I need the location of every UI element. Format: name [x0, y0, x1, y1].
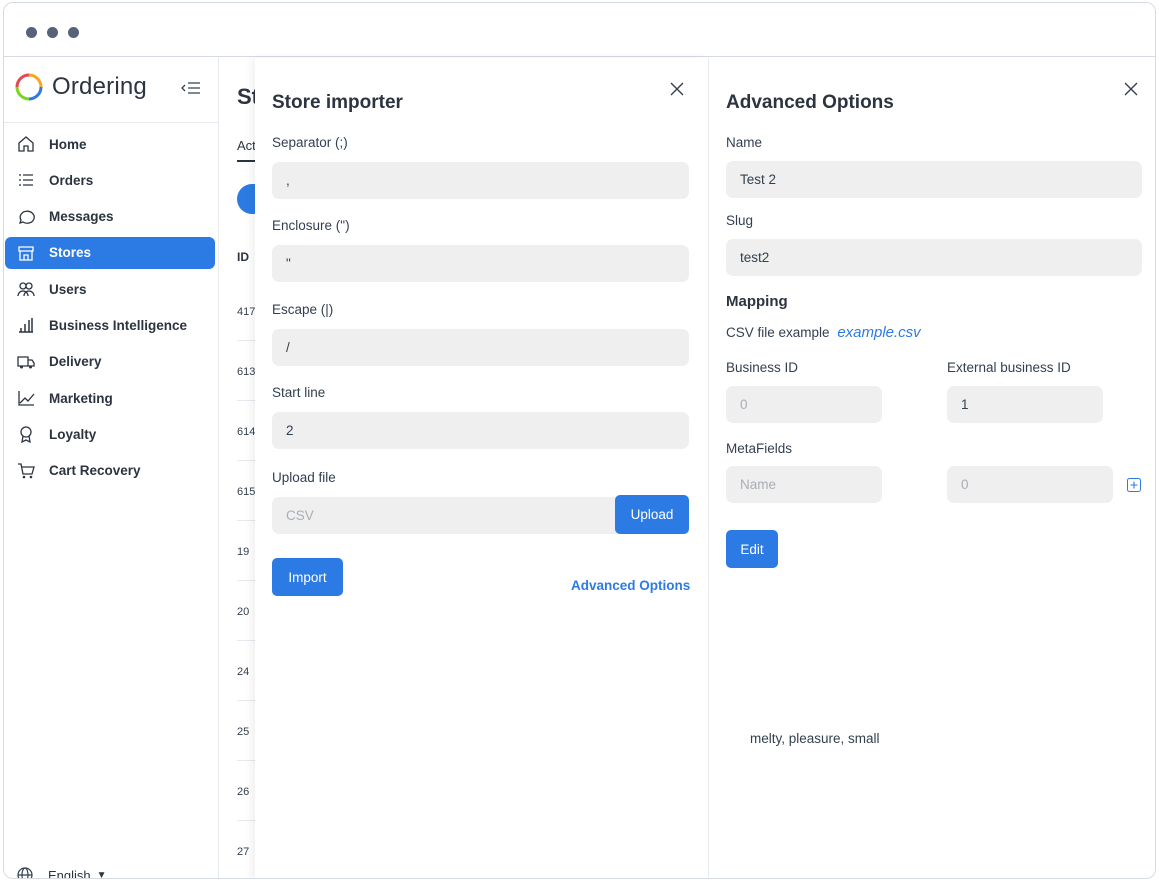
upload-file-label: Upload file: [272, 470, 336, 485]
table-row[interactable]: 26: [237, 786, 249, 798]
metafield-value-input[interactable]: 0: [947, 466, 1113, 503]
upload-button[interactable]: Upload: [615, 495, 689, 534]
separator-label: Separator (;): [272, 135, 348, 150]
sidebar-item-business-intelligence[interactable]: Business Intelligence: [5, 309, 215, 341]
enclosure-input[interactable]: ": [272, 245, 689, 282]
slug-label: Slug: [726, 213, 754, 228]
table-row[interactable]: 25: [237, 726, 249, 738]
truck-icon: [16, 352, 36, 372]
business-id-input[interactable]: 0: [726, 386, 882, 423]
sidebar-item-messages[interactable]: Messages: [5, 201, 215, 233]
advanced-options-link[interactable]: Advanced Options: [571, 578, 690, 593]
advanced-options-panel: Advanced Options Name Test 2 Slug test2 …: [709, 58, 1155, 878]
language-label: English: [48, 867, 91, 879]
name-label: Name: [726, 135, 763, 150]
close-icon[interactable]: [1122, 80, 1140, 98]
users-icon: [16, 279, 36, 299]
sidebar-item-label: Users: [49, 281, 87, 297]
home-icon: [16, 134, 36, 154]
table-row[interactable]: 614: [237, 426, 255, 438]
table-row[interactable]: 615: [237, 486, 255, 498]
collapse-menu-icon[interactable]: [180, 78, 202, 98]
store-icon: [16, 243, 36, 263]
csv-example-text: CSV file example: [726, 325, 830, 340]
table-row[interactable]: 613: [237, 366, 255, 378]
table-header-id: ID: [237, 250, 249, 264]
csv-example-link[interactable]: example.csv: [837, 324, 920, 341]
cart-icon: [16, 461, 36, 481]
advanced-title: Advanced Options: [726, 92, 894, 113]
list-icon: [16, 170, 36, 190]
enclosure-label: Enclosure ("): [272, 218, 350, 233]
globe-icon: [17, 867, 33, 878]
tab-active[interactable]: Act: [237, 138, 256, 153]
window-dot-icon[interactable]: [26, 27, 37, 38]
caret-down-icon: ▼: [96, 869, 107, 879]
business-id-label: Business ID: [726, 360, 799, 375]
window-dot-icon[interactable]: [68, 27, 79, 38]
app-window: Ordering Home Orders Messages Stores Use…: [3, 2, 1156, 879]
store-importer-panel: Store importer Separator (;) , Enclosure…: [255, 58, 709, 878]
ordering-logo-icon: [15, 73, 43, 101]
sidebar-item-stores[interactable]: Stores: [5, 236, 215, 269]
slug-input[interactable]: test2: [726, 239, 1142, 276]
sidebar-item-label: Cart Recovery: [49, 463, 141, 479]
table-row[interactable]: 19: [237, 546, 249, 558]
title-bar: [4, 3, 1155, 57]
sidebar-item-delivery[interactable]: Delivery: [5, 346, 215, 378]
sidebar-item-users[interactable]: Users: [5, 273, 215, 305]
sidebar-item-label: Marketing: [49, 390, 113, 406]
sidebar-item-label: Home: [49, 136, 87, 152]
sidebar-item-label: Business Intelligence: [49, 317, 188, 333]
metafields-label: MetaFields: [726, 441, 793, 456]
import-button[interactable]: Import: [272, 558, 343, 596]
sidebar-menu: Home Orders Messages Stores Users Busine…: [5, 128, 215, 491]
table-row[interactable]: 20: [237, 606, 249, 618]
close-icon[interactable]: [668, 80, 686, 98]
table-row[interactable]: 417: [237, 306, 255, 318]
footer-tags-text: melty, pleasure, small: [750, 731, 880, 746]
sidebar-item-label: Orders: [49, 172, 94, 188]
sidebar-item-home[interactable]: Home: [5, 128, 215, 160]
external-business-id-input[interactable]: 1: [947, 386, 1103, 423]
table-row[interactable]: 27: [237, 846, 249, 858]
add-metafield-icon[interactable]: [1127, 478, 1141, 492]
graph-icon: [16, 388, 36, 408]
edit-button[interactable]: Edit: [726, 530, 778, 568]
metafield-name-input[interactable]: Name: [726, 466, 882, 503]
external-business-id-label: External business ID: [947, 360, 1071, 375]
escape-label: Escape (|): [272, 302, 334, 317]
stores-page-background: St Act ID 417 613 614 615 19 20 24 25 26…: [220, 58, 260, 878]
sidebar-item-label: Delivery: [49, 354, 102, 370]
sidebar-item-label: Messages: [49, 209, 114, 225]
award-icon: [16, 424, 36, 444]
start-line-input[interactable]: 2: [272, 412, 689, 449]
language-selector[interactable]: English ▼: [16, 866, 107, 879]
table-row[interactable]: 24: [237, 666, 249, 678]
separator-input[interactable]: ,: [272, 162, 689, 199]
mapping-title: Mapping: [726, 293, 788, 310]
csv-example-label: CSV file example example.csv: [726, 324, 921, 341]
escape-input[interactable]: /: [272, 329, 689, 366]
sidebar-item-orders[interactable]: Orders: [5, 164, 215, 196]
start-line-label: Start line: [272, 385, 326, 400]
logo[interactable]: Ordering: [14, 72, 147, 102]
bar-chart-icon: [16, 315, 36, 335]
logo-text: Ordering: [52, 73, 147, 100]
sidebar-item-marketing[interactable]: Marketing: [5, 382, 215, 414]
importer-title: Store importer: [272, 92, 403, 113]
window-dot-icon[interactable]: [47, 27, 58, 38]
sidebar-item-label: Stores: [49, 245, 92, 261]
sidebar-divider: [4, 122, 218, 123]
sidebar: Ordering Home Orders Messages Stores Use…: [4, 58, 219, 879]
sidebar-item-label: Loyalty: [49, 426, 97, 442]
name-input[interactable]: Test 2: [726, 161, 1142, 198]
sidebar-item-cart-recovery[interactable]: Cart Recovery: [5, 455, 215, 487]
sidebar-item-loyalty[interactable]: Loyalty: [5, 418, 215, 450]
chat-icon: [16, 207, 36, 227]
